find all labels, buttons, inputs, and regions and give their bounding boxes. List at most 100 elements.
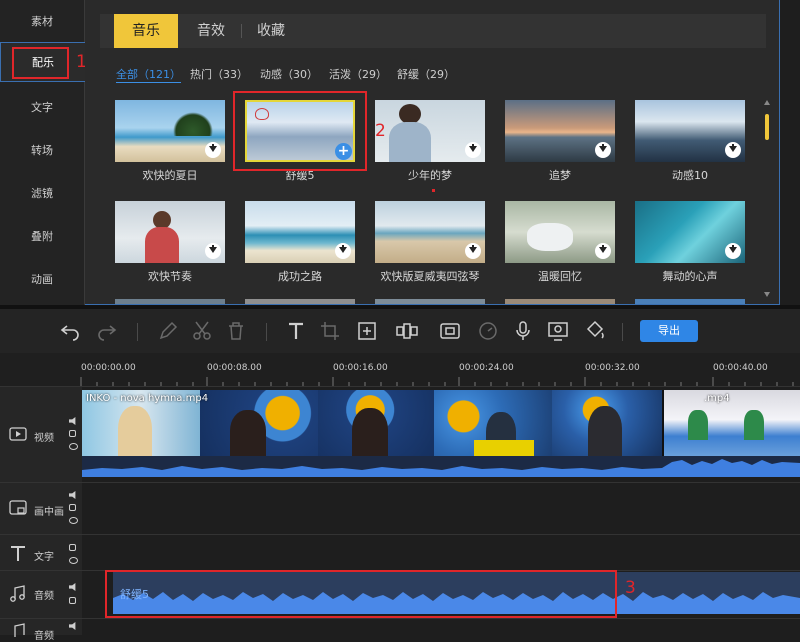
video-frame bbox=[664, 390, 800, 456]
eye-icon[interactable] bbox=[69, 443, 78, 450]
download-icon[interactable] bbox=[205, 243, 221, 259]
trash-icon[interactable] bbox=[224, 319, 248, 343]
music-title: 舞动的心声 bbox=[662, 270, 718, 283]
video-frame bbox=[552, 390, 662, 456]
video-frame bbox=[434, 390, 552, 456]
video-audio-waveform bbox=[82, 456, 800, 477]
download-icon[interactable] bbox=[205, 142, 221, 158]
music-title: 成功之路 bbox=[278, 270, 322, 283]
filter-dynamic[interactable]: 动感（30） bbox=[260, 66, 318, 82]
music-thumb-partial[interactable] bbox=[375, 299, 485, 304]
download-icon[interactable] bbox=[725, 243, 741, 259]
person bbox=[118, 406, 152, 456]
music-thumb-hawaii-ukulele[interactable] bbox=[375, 201, 485, 263]
download-icon[interactable] bbox=[465, 243, 481, 259]
download-icon[interactable] bbox=[595, 243, 611, 259]
export-button[interactable]: 导出 bbox=[640, 320, 698, 342]
download-icon[interactable] bbox=[725, 142, 741, 158]
annotation-number-3: 3 bbox=[625, 578, 636, 598]
music-thumb-partial[interactable] bbox=[635, 299, 745, 304]
sidebar-item-transition[interactable]: 转场 bbox=[0, 131, 84, 171]
volume-icon[interactable] bbox=[69, 491, 76, 499]
pip-icon[interactable] bbox=[438, 319, 462, 343]
ruler-tick-label: 00:00:24.00 bbox=[459, 363, 514, 373]
eye-icon[interactable] bbox=[69, 557, 78, 564]
download-icon[interactable] bbox=[465, 142, 481, 158]
speed-icon[interactable] bbox=[476, 319, 500, 343]
track-label-video: 视频 bbox=[34, 433, 54, 444]
video-clip-name: .mp4 bbox=[704, 393, 730, 404]
annotation-box-1 bbox=[12, 47, 69, 79]
toolbar-separator bbox=[622, 323, 623, 341]
redo-icon[interactable] bbox=[95, 319, 119, 343]
sidebar-item-filter[interactable]: 滤镜 bbox=[0, 174, 84, 214]
tab-divider bbox=[241, 24, 242, 38]
scissors-icon[interactable] bbox=[190, 319, 214, 343]
tab-favorites[interactable]: 收藏 bbox=[244, 14, 298, 48]
lock-icon[interactable] bbox=[69, 504, 76, 511]
download-icon[interactable] bbox=[335, 243, 351, 259]
timeline-ruler[interactable]: 00:00:00.00 00:00:08.00 00:00:16.00 00:0… bbox=[0, 353, 800, 386]
music-thumb-youth-dream[interactable] bbox=[375, 100, 485, 162]
category-sidebar: 素材 配乐 文字 转场 滤镜 叠附 动画 bbox=[0, 0, 86, 305]
paint-bucket-icon[interactable] bbox=[583, 319, 607, 343]
music-thumb-summer[interactable] bbox=[115, 100, 225, 162]
track-label-pip: 画中画 bbox=[34, 507, 64, 518]
sidebar-item-animation[interactable]: 动画 bbox=[0, 260, 84, 300]
sidebar-item-text[interactable]: 文字 bbox=[0, 88, 84, 128]
scroll-down-arrow-icon[interactable] bbox=[764, 292, 770, 297]
ruler-ticks bbox=[80, 377, 794, 386]
music-thumb-warm-memory[interactable] bbox=[505, 201, 615, 263]
music-thumb-dancing-heart[interactable] bbox=[635, 201, 745, 263]
music-title: 欢快版夏威夷四弦琴 bbox=[380, 270, 480, 283]
desk bbox=[474, 440, 534, 456]
music-thumb-partial[interactable] bbox=[115, 299, 225, 304]
palm-trees bbox=[173, 112, 213, 136]
person bbox=[230, 410, 266, 456]
library-scrollbar[interactable] bbox=[764, 100, 770, 297]
volume-icon[interactable] bbox=[69, 417, 76, 425]
text-icon[interactable] bbox=[284, 319, 308, 343]
filter-all[interactable]: 全部（121） bbox=[116, 66, 181, 83]
screen-record-icon[interactable] bbox=[546, 319, 570, 343]
filter-lively[interactable]: 活泼（29） bbox=[329, 66, 387, 82]
lock-icon[interactable] bbox=[69, 597, 76, 604]
tab-sound-effects[interactable]: 音效 bbox=[184, 14, 238, 48]
eye-icon[interactable] bbox=[69, 517, 78, 524]
pencil-icon[interactable] bbox=[156, 319, 180, 343]
filter-hot[interactable]: 热门（33） bbox=[190, 66, 248, 82]
music-title: 欢快的夏日 bbox=[142, 169, 198, 182]
crop-icon[interactable] bbox=[318, 319, 342, 343]
music-thumb-dynamic10[interactable] bbox=[635, 100, 745, 162]
lock-icon[interactable] bbox=[69, 544, 76, 551]
volume-icon[interactable] bbox=[69, 583, 76, 591]
music-thumb-chase-dream[interactable] bbox=[505, 100, 615, 162]
video-clip[interactable]: INKO - nova hymna.mp4 .mp4 bbox=[82, 390, 800, 477]
undo-icon[interactable] bbox=[58, 319, 82, 343]
video-frame bbox=[200, 390, 318, 456]
mosaic-icon[interactable] bbox=[395, 319, 419, 343]
person-body bbox=[145, 227, 179, 263]
ruler-tick-label: 00:00:00.00 bbox=[81, 363, 136, 373]
person bbox=[352, 408, 388, 456]
person bbox=[688, 410, 708, 440]
zoom-frame-icon[interactable] bbox=[355, 319, 379, 343]
track-label-text: 文字 bbox=[34, 552, 54, 563]
scroll-thumb[interactable] bbox=[765, 114, 769, 140]
filter-soothing[interactable]: 舒缓（29） bbox=[397, 66, 455, 82]
music-thumb-partial[interactable] bbox=[245, 299, 355, 304]
scroll-up-arrow-icon[interactable] bbox=[764, 100, 770, 105]
music-thumb-partial[interactable] bbox=[505, 299, 615, 304]
sidebar-item-material[interactable]: 素材 bbox=[0, 2, 84, 42]
music-thumb-happy-rhythm[interactable] bbox=[115, 201, 225, 263]
download-icon[interactable] bbox=[595, 142, 611, 158]
volume-icon[interactable] bbox=[69, 622, 76, 630]
person-body bbox=[389, 122, 431, 162]
library-tabs: 音乐 音效 收藏 bbox=[100, 14, 766, 48]
sidebar-item-overlay[interactable]: 叠附 bbox=[0, 217, 84, 257]
music-thumb-success-road[interactable] bbox=[245, 201, 355, 263]
music-title: 少年的梦 bbox=[408, 169, 452, 182]
lock-icon[interactable] bbox=[69, 430, 76, 437]
tab-music[interactable]: 音乐 bbox=[114, 14, 178, 48]
mic-icon[interactable] bbox=[511, 319, 535, 343]
